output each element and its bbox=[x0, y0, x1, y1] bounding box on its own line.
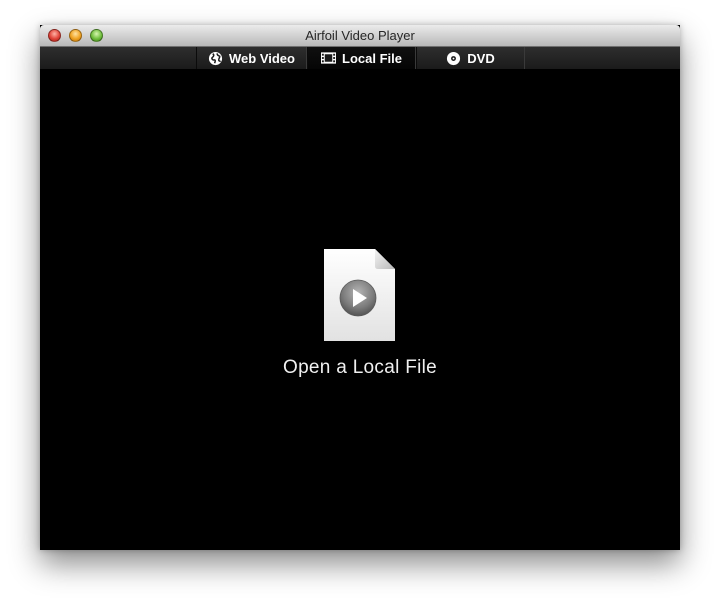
open-local-file-label: Open a Local File bbox=[282, 357, 438, 378]
tab-dvd[interactable]: DVD bbox=[416, 47, 525, 69]
tab-web-video[interactable]: Web Video bbox=[196, 47, 307, 69]
title-bar[interactable]: Airfoil Video Player bbox=[40, 25, 680, 47]
tab-local-file[interactable]: Local File bbox=[307, 47, 416, 69]
tab-dvd-label: DVD bbox=[467, 50, 495, 66]
disc-icon bbox=[446, 51, 461, 66]
source-tab-bar: Web Video Local File DVD bbox=[40, 47, 680, 70]
open-local-file-button[interactable]: Open a Local File bbox=[260, 245, 460, 385]
player-content-area: Open a Local File bbox=[40, 70, 680, 550]
video-file-icon bbox=[324, 249, 395, 341]
film-icon bbox=[321, 52, 337, 64]
window-title: Airfoil Video Player bbox=[305, 28, 415, 43]
tab-local-file-label: Local File bbox=[342, 50, 402, 66]
globe-icon bbox=[208, 51, 223, 66]
app-window: Airfoil Video Player Web Video Local Fil… bbox=[40, 25, 680, 550]
tab-web-video-label: Web Video bbox=[229, 50, 295, 66]
